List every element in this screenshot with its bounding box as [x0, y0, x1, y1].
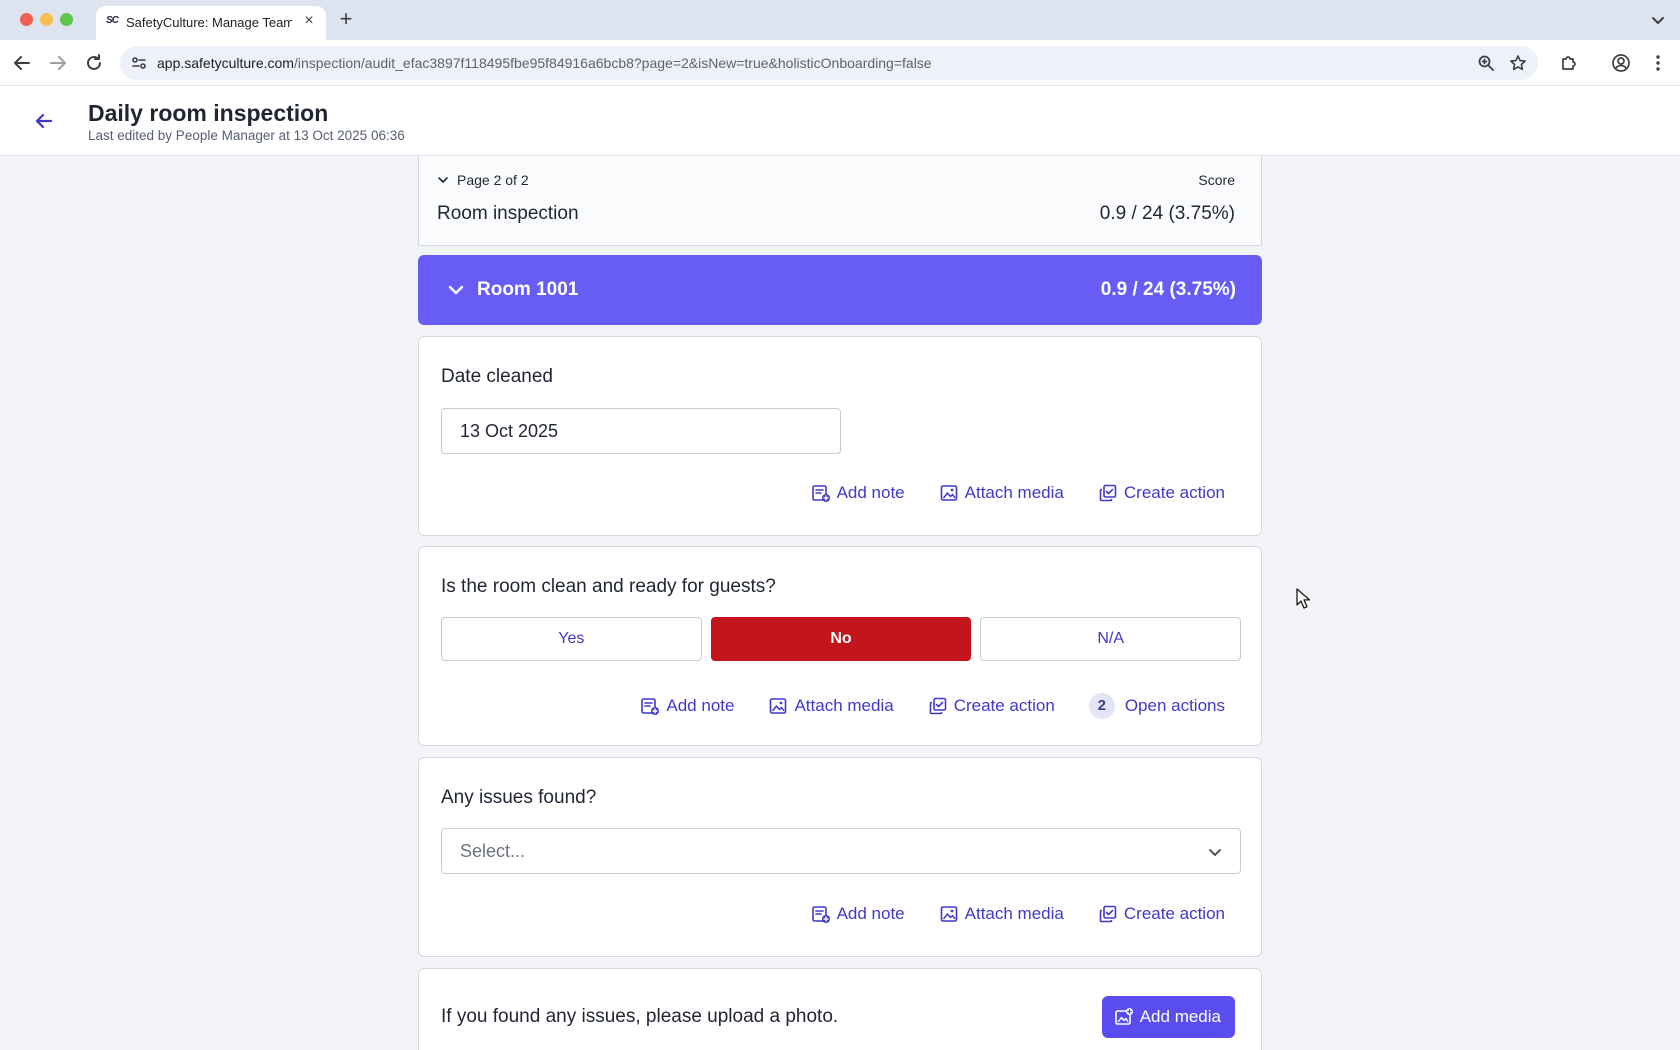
open-actions-button[interactable]: 2 Open actions [1088, 693, 1225, 719]
back-nav-icon[interactable] [11, 52, 33, 74]
question-actions: Add note Attach media Create action [811, 904, 1225, 924]
page-score-value: 0.9 / 24 (3.75%) [1099, 203, 1235, 224]
tab-search-chevron-icon[interactable] [1648, 10, 1668, 30]
url-host: app.safetyculture.com [157, 55, 294, 71]
tab-title: SafetyCulture: Manage Teams [126, 15, 292, 30]
open-actions-label: Open actions [1124, 696, 1225, 715]
image-icon [940, 906, 957, 922]
question-label: Is the room clean and ready for guests? [441, 576, 776, 597]
question-label: Date cleaned [441, 366, 553, 387]
open-actions-count-badge: 2 [1088, 693, 1115, 719]
chevron-down-icon [448, 285, 464, 295]
question-label: If you found any issues, please upload a… [441, 1006, 839, 1027]
note-icon [811, 906, 830, 923]
add-note-button[interactable]: Add note [640, 696, 734, 716]
create-action-button[interactable]: Create action [1098, 904, 1225, 924]
question-card-photo-upload: If you found any issues, please upload a… [418, 968, 1262, 1050]
attach-media-button[interactable]: Attach media [939, 904, 1064, 924]
create-action-button[interactable]: Create action [928, 696, 1055, 716]
attach-media-label: Attach media [794, 696, 894, 715]
zoom-icon[interactable] [1477, 54, 1495, 72]
question-card-date-cleaned: Date cleaned 13 Oct 2025 Add note Attach… [418, 336, 1262, 536]
new-tab-button[interactable]: + [336, 6, 356, 32]
note-icon [811, 485, 830, 502]
attach-media-button[interactable]: Attach media [939, 483, 1064, 503]
create-action-icon [929, 697, 946, 715]
response-no-button[interactable]: No [710, 617, 972, 661]
chevron-down-icon [438, 177, 448, 183]
browser-menu-icon[interactable] [1648, 53, 1668, 73]
image-icon [940, 485, 957, 501]
add-media-label: Add media [1139, 1007, 1221, 1026]
attach-media-button[interactable]: Attach media [768, 696, 894, 716]
question-actions: Add note Attach media Create action 2 Op… [640, 693, 1225, 719]
bookmark-star-icon[interactable] [1509, 54, 1527, 72]
note-icon [641, 698, 660, 715]
create-action-label: Create action [1123, 904, 1225, 923]
section-score: 0.9 / 24 (3.75%) [1100, 279, 1236, 300]
extensions-puzzle-icon[interactable] [1559, 53, 1579, 73]
safetyculture-favicon-icon: SC [106, 15, 119, 26]
image-icon [770, 698, 787, 714]
section-title: Room 1001 [477, 279, 579, 300]
url-path: /inspection/audit_efac3897f118495fbe95f8… [293, 55, 932, 71]
date-input[interactable]: 13 Oct 2025 [441, 408, 841, 454]
minimize-window-button[interactable] [40, 13, 53, 26]
create-action-label: Create action [953, 696, 1055, 715]
address-bar[interactable]: app.safetyculture.com/inspection/audit_e… [120, 46, 1538, 80]
question-label: Any issues found? [441, 787, 597, 808]
question-actions: Add note Attach media Create action [811, 483, 1225, 503]
add-note-button[interactable]: Add note [811, 904, 905, 924]
create-action-icon [1099, 905, 1117, 923]
page-indicator-label: Page 2 of 2 [457, 172, 529, 188]
score-label: Score [1198, 172, 1235, 188]
forward-nav-icon[interactable] [47, 52, 69, 74]
add-media-button[interactable]: Add media [1101, 996, 1235, 1038]
page-title: Daily room inspection [88, 100, 329, 126]
profile-avatar-icon[interactable] [1611, 53, 1631, 73]
add-image-icon [1114, 1008, 1133, 1025]
reload-icon[interactable] [83, 52, 105, 74]
inspection-header: Daily room inspection Last edited by Peo… [0, 86, 1680, 156]
close-window-button[interactable] [20, 13, 33, 26]
site-info-icon[interactable] [130, 54, 148, 72]
attach-media-label: Attach media [964, 483, 1064, 502]
page-summary-card: Page 2 of 2 Score Room inspection 0.9 / … [418, 156, 1262, 246]
page-name: Room inspection [437, 203, 579, 224]
maximize-window-button[interactable] [60, 13, 73, 26]
chevron-down-icon [1209, 849, 1221, 856]
add-note-label: Add note [666, 696, 735, 715]
create-action-label: Create action [1123, 483, 1225, 502]
question-card-issues-found: Any issues found? Select... Add note Att… [418, 757, 1262, 957]
last-edited-text: Last edited by People Manager at 13 Oct … [88, 128, 405, 143]
question-card-room-clean: Is the room clean and ready for guests? … [418, 546, 1262, 746]
attach-media-label: Attach media [964, 904, 1064, 923]
response-na-button[interactable]: N/A [980, 617, 1242, 661]
browser-tab-active[interactable]: SC SafetyCulture: Manage Teams × [96, 6, 326, 40]
browser-tab-bar: SC SafetyCulture: Manage Teams × + [0, 0, 1680, 40]
close-tab-icon[interactable]: × [300, 12, 318, 30]
create-action-button[interactable]: Create action [1098, 483, 1225, 503]
section-header-room[interactable]: Room 1001 0.9 / 24 (3.75%) [418, 255, 1262, 325]
url-text: app.safetyculture.com/inspection/audit_e… [157, 55, 932, 71]
select-placeholder: Select... [460, 841, 526, 861]
browser-toolbar: app.safetyculture.com/inspection/audit_e… [0, 40, 1680, 86]
back-arrow-icon[interactable] [33, 110, 55, 132]
response-yes-button[interactable]: Yes [441, 617, 702, 661]
mouse-cursor-icon [1296, 588, 1311, 609]
response-options: Yes No N/A [441, 617, 1242, 661]
create-action-icon [1099, 484, 1117, 502]
page-indicator[interactable]: Page 2 of 2 [437, 172, 529, 188]
add-note-button[interactable]: Add note [811, 483, 905, 503]
add-note-label: Add note [836, 904, 905, 923]
issues-select[interactable]: Select... [441, 828, 1241, 874]
add-note-label: Add note [836, 483, 905, 502]
